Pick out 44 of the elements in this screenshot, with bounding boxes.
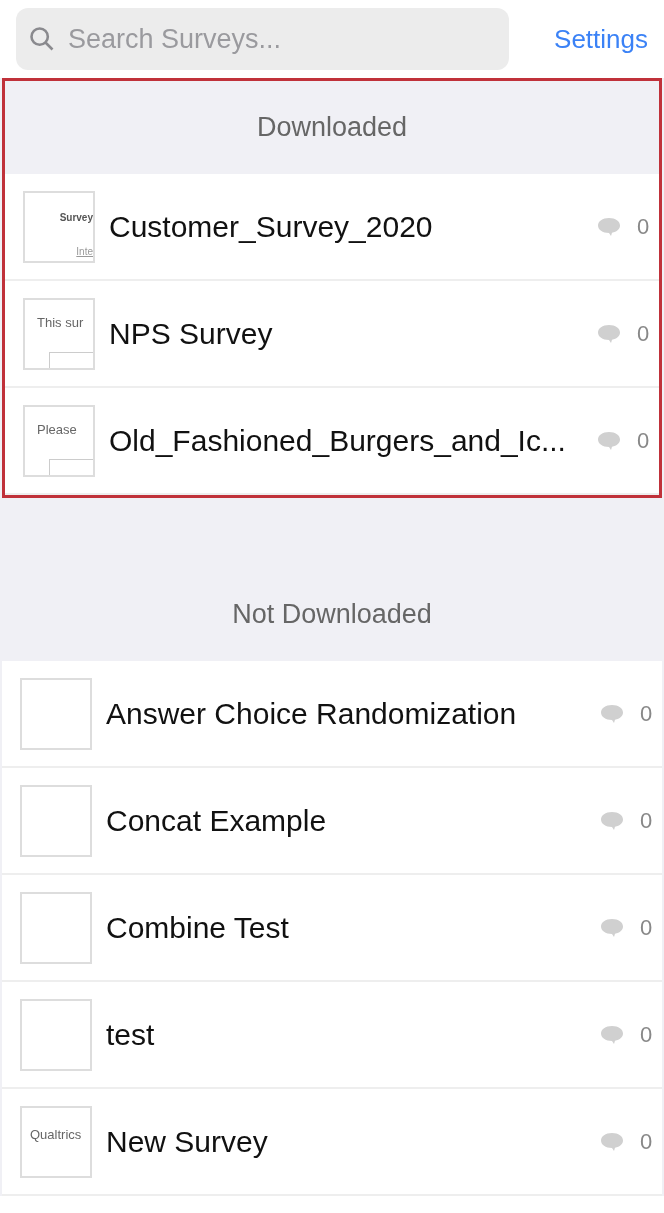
comment-icon bbox=[600, 1024, 624, 1045]
survey-row[interactable]: This sur NPS Survey 0 bbox=[5, 281, 659, 388]
survey-row[interactable]: Qualtrics New Survey 0 bbox=[2, 1089, 662, 1196]
search-icon bbox=[28, 25, 56, 53]
survey-row[interactable]: test 0 bbox=[2, 982, 662, 1089]
thumbnail-link: Inte bbox=[76, 246, 93, 257]
comment-count: 0 bbox=[640, 807, 654, 835]
search-field[interactable]: Search Surveys... bbox=[16, 8, 509, 70]
comment-count: 0 bbox=[637, 213, 651, 241]
survey-title: New Survey bbox=[106, 1124, 269, 1160]
comment-icon bbox=[600, 810, 624, 831]
comment-icon bbox=[600, 917, 624, 938]
thumbnail-text: Please bbox=[37, 422, 78, 436]
survey-title: Customer_Survey_2020 bbox=[109, 209, 434, 245]
comment-icon bbox=[597, 216, 621, 237]
survey-title: test bbox=[106, 1017, 156, 1053]
section-header: Downloaded bbox=[256, 111, 408, 145]
survey-title: Old_Fashioned_Burgers_and_Ic... bbox=[109, 423, 567, 459]
comment-count: 0 bbox=[640, 700, 654, 728]
comment-count: 0 bbox=[640, 914, 654, 942]
comment-count: 0 bbox=[637, 320, 651, 348]
survey-row[interactable]: Please Old_Fashioned_Burgers_and_Ic... 0 bbox=[5, 388, 659, 495]
thumbnail-text: Survey bbox=[59, 212, 93, 223]
thumbnail-text: This sur bbox=[37, 315, 85, 329]
comment-icon bbox=[600, 703, 624, 724]
survey-row[interactable]: Combine Test 0 bbox=[2, 875, 662, 982]
survey-title: Concat Example bbox=[106, 803, 328, 839]
comment-count: 0 bbox=[640, 1021, 654, 1049]
comment-icon bbox=[597, 430, 621, 451]
comment-count: 0 bbox=[640, 1128, 654, 1156]
comment-icon bbox=[597, 323, 621, 344]
survey-row[interactable]: Answer Choice Randomization 0 bbox=[2, 661, 662, 768]
survey-row[interactable]: Concat Example 0 bbox=[2, 768, 662, 875]
survey-title: NPS Survey bbox=[109, 316, 274, 352]
survey-title: Answer Choice Randomization bbox=[106, 696, 518, 732]
survey-title: Combine Test bbox=[106, 910, 290, 946]
thumbnail-text: Qualtrics bbox=[30, 1127, 83, 1141]
section-header: Not Downloaded bbox=[232, 598, 432, 632]
comment-count: 0 bbox=[637, 427, 651, 455]
comment-icon bbox=[600, 1131, 624, 1152]
settings-link[interactable]: Settings bbox=[554, 19, 648, 59]
thumbnail-answer-field bbox=[49, 458, 93, 475]
thumbnail-answer-field bbox=[49, 351, 93, 368]
survey-row[interactable]: Survey Inte Customer_Survey_2020 0 bbox=[5, 174, 659, 281]
